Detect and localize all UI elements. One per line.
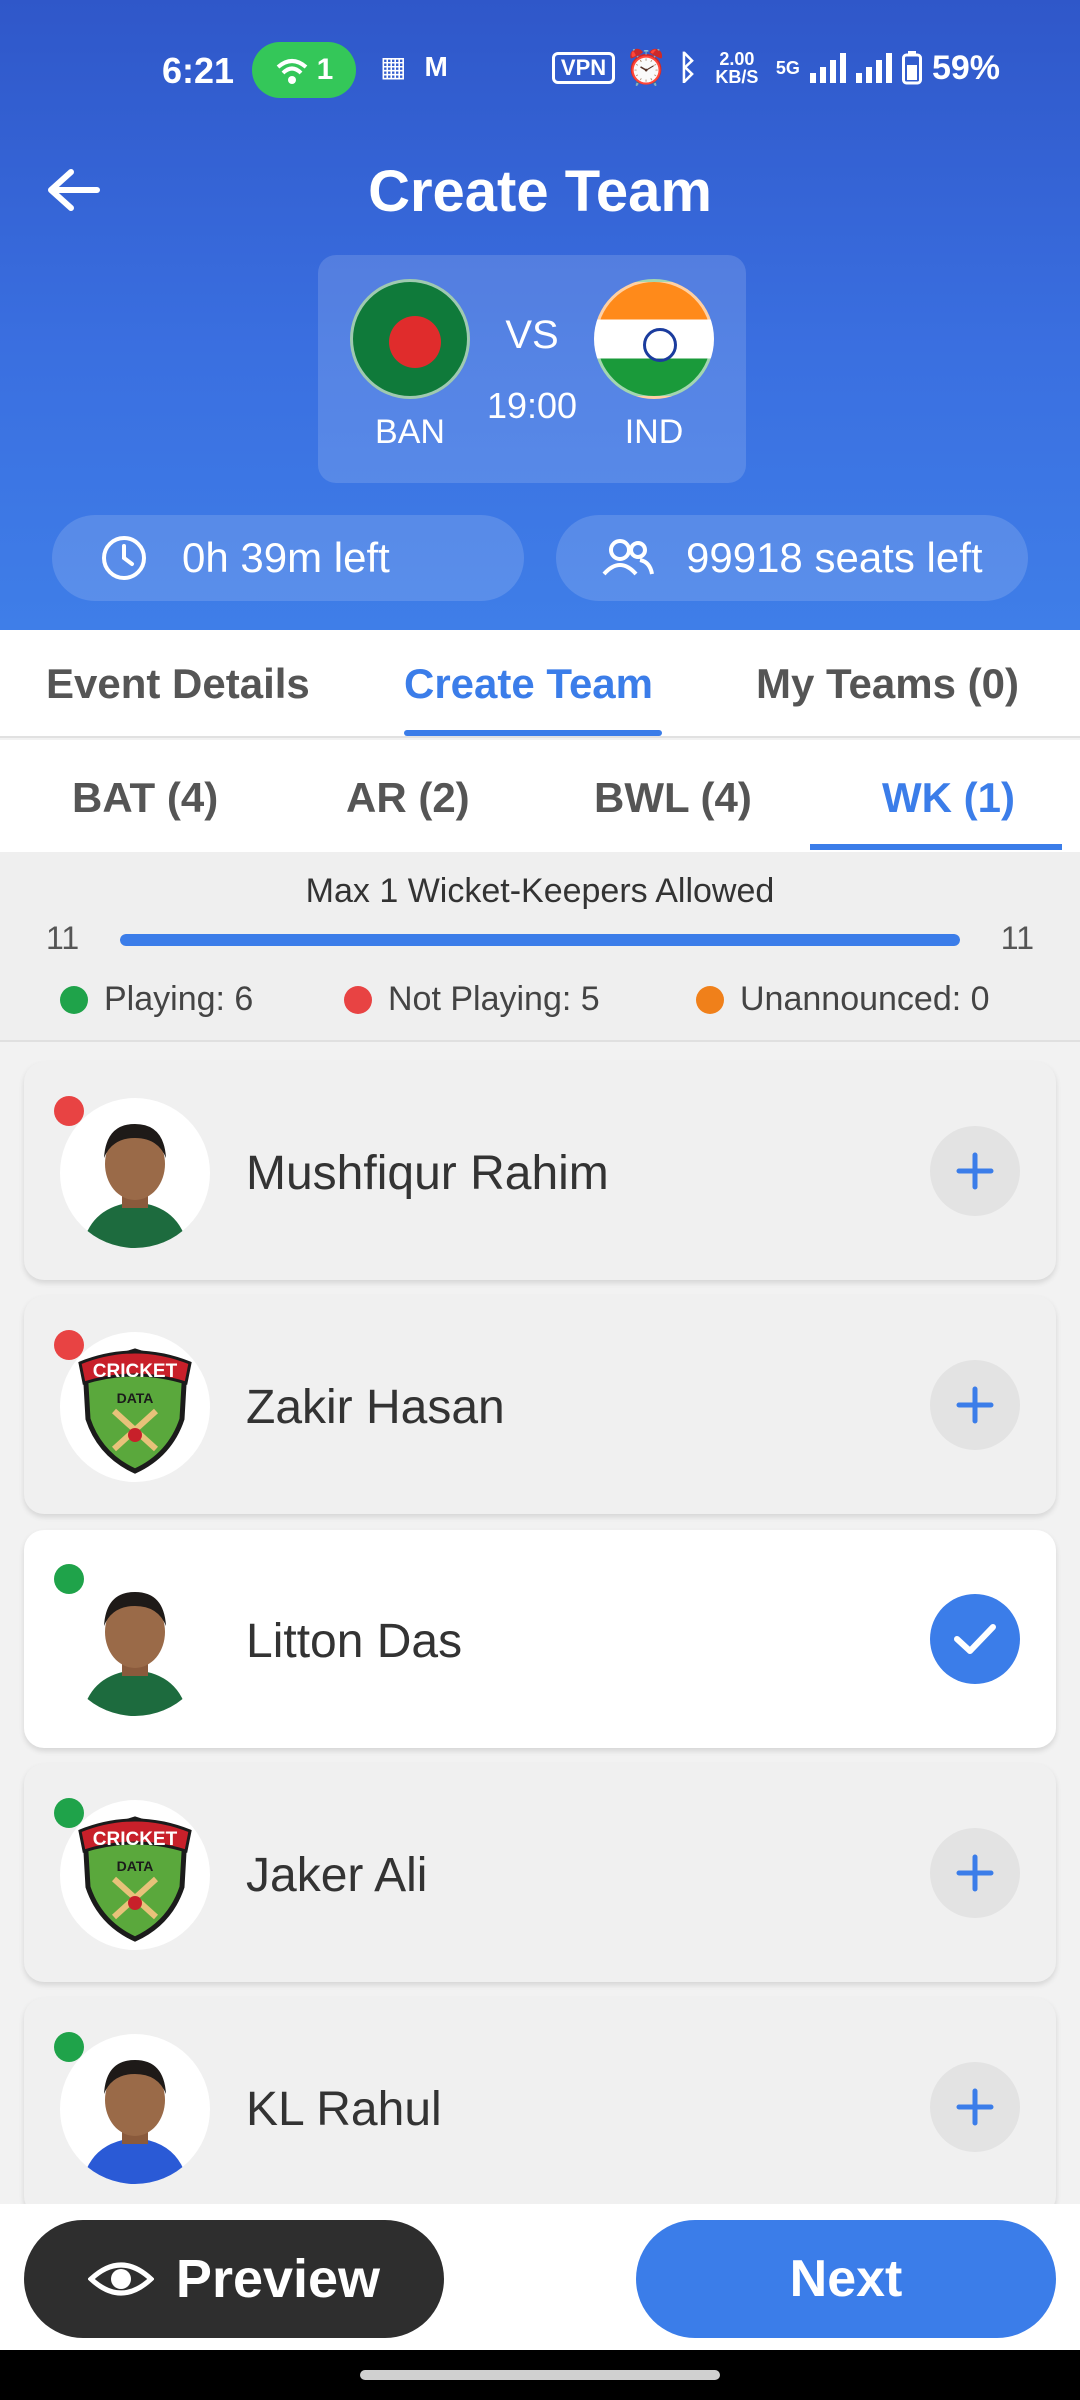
- seats-left: 99918 seats left: [686, 534, 983, 581]
- player-name: Zakir Hasan: [246, 1381, 505, 1434]
- legend-label: Playing: 6: [104, 980, 254, 1018]
- green-dot-icon: [60, 985, 88, 1014]
- notification-icons: ▦ M: [380, 50, 448, 83]
- tab-wk[interactable]: WK (1): [882, 774, 1015, 822]
- active-role-indicator: [810, 844, 1062, 850]
- system-nav-bar: [0, 2350, 1080, 2400]
- add-player-button[interactable]: [930, 1126, 1020, 1216]
- tab-bat[interactable]: BAT (4): [72, 774, 218, 822]
- tab-create-team[interactable]: Create Team: [404, 660, 653, 708]
- add-player-button[interactable]: [930, 1828, 1020, 1918]
- selection-rule: Max 1 Wicket-Keepers Allowed: [305, 872, 775, 910]
- next-button[interactable]: Next: [636, 2220, 1056, 2338]
- team2-code: IND: [624, 413, 684, 451]
- main-tabs: Event Details Create Team My Teams (0): [0, 630, 1080, 738]
- header: 6:21 1 ▦ M VPN ⏰ ᛒ 2.00 KB/S 5G 59% Crea…: [0, 0, 1080, 630]
- player-card[interactable]: Litton Das: [24, 1530, 1056, 1748]
- bluetooth-icon: ᛒ: [677, 48, 698, 87]
- player-photo: [60, 1566, 210, 1716]
- tab-bwl[interactable]: BWL (4): [594, 774, 752, 822]
- app-icon: ▦: [380, 51, 407, 82]
- progress-fill: [120, 934, 960, 946]
- match-card: VS 19:00 BAN IND: [318, 255, 746, 483]
- plus-icon: [956, 2088, 994, 2126]
- wifi-icon: [276, 59, 307, 84]
- player-card[interactable]: CRICKET DATA Jaker Ali: [24, 1764, 1056, 1982]
- role-tabs: BAT (4) AR (2) BWL (4) WK (1): [0, 740, 1080, 852]
- signal-icon: [809, 53, 846, 83]
- seats-left-pill: 99918 seats left: [556, 515, 1028, 601]
- tab-ar[interactable]: AR (2): [346, 774, 470, 822]
- signal-icon-2: [855, 53, 892, 83]
- cricket-data-logo: CRICKET DATA: [60, 1332, 210, 1482]
- clock-icon: [96, 530, 152, 586]
- plus-icon: [956, 1386, 994, 1424]
- player-name: Mushfiqur Rahim: [246, 1147, 609, 1200]
- preview-button[interactable]: Preview: [24, 2220, 444, 2338]
- status-legend: Playing: 6 Not Playing: 5 Unannounced: 0: [0, 980, 1080, 1024]
- time-left: 0h 39m left: [182, 534, 390, 581]
- battery-level: 59%: [931, 48, 1000, 87]
- progress-min: 11: [46, 920, 80, 956]
- selection-info: Max 1 Wicket-Keepers Allowed 11 11 Playi…: [0, 852, 1080, 1042]
- legend-label: Not Playing: 5: [388, 980, 600, 1018]
- logo-line-2: DATA: [117, 1390, 154, 1406]
- battery-icon: [901, 51, 922, 85]
- users-icon: [600, 530, 656, 586]
- time-left-pill: 0h 39m left: [52, 515, 524, 601]
- india-flag-icon: [594, 279, 714, 399]
- add-player-button[interactable]: [930, 1360, 1020, 1450]
- hotspot-count: 1: [316, 53, 334, 86]
- page-title: Create Team: [368, 159, 712, 224]
- player-photo: [60, 1098, 210, 1248]
- plus-icon: [956, 1854, 994, 1892]
- system-icons: VPN ⏰ ᛒ 2.00 KB/S 5G 59%: [551, 48, 1000, 88]
- legend-not-playing: Not Playing: 5: [344, 980, 600, 1019]
- progress-max: 11: [1000, 920, 1034, 956]
- tab-my-teams[interactable]: My Teams (0): [756, 660, 1019, 708]
- preview-label: Preview: [175, 2249, 381, 2309]
- logo-line-1: CRICKET: [93, 1829, 178, 1850]
- active-tab-indicator: [404, 730, 662, 736]
- hotspot-pill: 1: [252, 42, 356, 98]
- home-handle[interactable]: [360, 2370, 720, 2380]
- alarm-icon: ⏰: [625, 49, 668, 87]
- player-name: Litton Das: [246, 1615, 463, 1668]
- network-speed: 2.00 KB/S: [715, 49, 759, 87]
- player-card[interactable]: KL Rahul: [24, 1998, 1056, 2216]
- check-icon: [954, 1624, 996, 1654]
- player-name: KL Rahul: [246, 2083, 442, 2136]
- status-bar: 6:21 1 ▦ M VPN ⏰ ᛒ 2.00 KB/S 5G 59%: [0, 40, 1080, 104]
- remove-player-button[interactable]: [930, 1594, 1020, 1684]
- mail-icon: M: [424, 50, 448, 82]
- tab-event-details[interactable]: Event Details: [46, 660, 310, 708]
- eye-icon: [87, 2262, 154, 2296]
- player-card[interactable]: Mushfiqur Rahim: [24, 1062, 1056, 1280]
- legend-unannounced: Unannounced: 0: [696, 980, 990, 1019]
- cricket-data-logo: CRICKET DATA: [60, 1800, 210, 1950]
- player-photo: [60, 2034, 210, 2184]
- legend-label: Unannounced: 0: [740, 980, 990, 1018]
- plus-icon: [956, 1152, 994, 1190]
- network-type: 5G: [775, 57, 800, 78]
- player-name: Jaker Ali: [246, 1849, 428, 1902]
- logo-line-1: CRICKET: [93, 1361, 178, 1382]
- vpn-icon: VPN: [551, 52, 616, 84]
- selection-progress: [120, 934, 960, 946]
- logo-line-2: DATA: [117, 1858, 154, 1874]
- orange-dot-icon: [696, 985, 724, 1014]
- bottom-action-bar: Preview Next: [0, 2204, 1080, 2350]
- player-card[interactable]: CRICKET DATA Zakir Hasan: [24, 1296, 1056, 1514]
- legend-playing: Playing: 6: [60, 980, 253, 1019]
- red-dot-icon: [344, 985, 372, 1014]
- status-time: 6:21: [162, 50, 235, 91]
- add-player-button[interactable]: [930, 2062, 1020, 2152]
- team1-code: BAN: [375, 413, 445, 451]
